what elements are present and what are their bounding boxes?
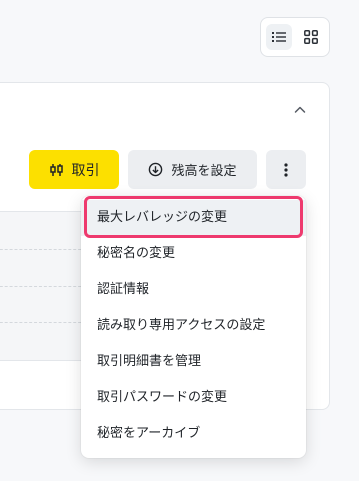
- candlestick-icon: [49, 163, 63, 176]
- list-icon: [272, 32, 286, 42]
- menu-item-archive-secret[interactable]: 秘密をアーカイブ: [81, 416, 306, 452]
- vertical-dots-icon: [284, 162, 288, 177]
- trade-button-label: 取引: [71, 162, 100, 179]
- menu-item-rename-secret[interactable]: 秘密名の変更: [81, 236, 306, 272]
- menu-item-change-trade-password[interactable]: 取引パスワードの変更: [81, 380, 306, 416]
- view-toggle: [260, 17, 330, 57]
- more-options-button[interactable]: [266, 150, 306, 189]
- grid-icon: [304, 30, 318, 44]
- list-view-button[interactable]: [266, 24, 292, 50]
- more-options-menu: 最大レバレッジの変更 秘密名の変更 認証情報 読み取り専用アクセスの設定 取引明…: [81, 196, 306, 458]
- menu-item-manage-statements[interactable]: 取引明細書を管理: [81, 344, 306, 380]
- trade-button[interactable]: 取引: [29, 150, 119, 189]
- menu-item-read-only-access[interactable]: 読み取り専用アクセスの設定: [81, 308, 306, 344]
- set-balance-button[interactable]: 残高を設定: [128, 150, 257, 189]
- menu-item-credentials[interactable]: 認証情報: [81, 272, 306, 308]
- table-row-divider: [0, 249, 86, 250]
- arrow-down-circle-icon: [149, 162, 163, 177]
- table-row-divider: [0, 286, 86, 287]
- menu-item-change-max-leverage[interactable]: 最大レバレッジの変更: [81, 200, 306, 236]
- chevron-up-icon[interactable]: [293, 103, 307, 117]
- grid-view-button[interactable]: [298, 24, 324, 50]
- set-balance-label: 残高を設定: [171, 164, 237, 179]
- table-row-divider: [0, 322, 86, 323]
